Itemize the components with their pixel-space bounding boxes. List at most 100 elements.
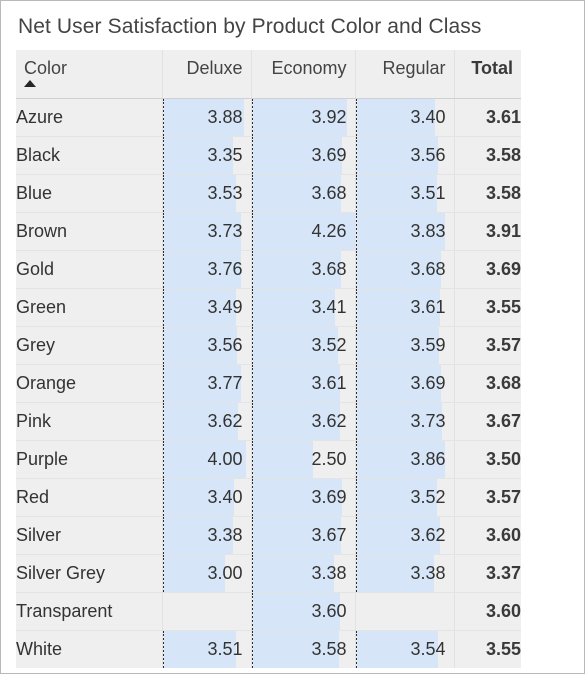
data-bar-deluxe-cell[interactable]: 3.76 <box>162 250 252 289</box>
row-header-color[interactable]: Silver Grey <box>16 554 163 593</box>
table-row[interactable]: Grey 3.56 3.52 3.59 3.57 <box>16 326 521 365</box>
data-bar-deluxe-cell[interactable]: 3.88 <box>162 98 252 137</box>
row-header-color[interactable]: Pink <box>16 402 163 441</box>
column-header-deluxe[interactable]: Deluxe <box>162 50 252 99</box>
table-row[interactable]: Pink 3.62 3.62 3.73 3.67 <box>16 402 521 441</box>
total-cell[interactable]: 3.68 <box>454 364 521 403</box>
table-row[interactable]: Gold 3.76 3.68 3.68 3.69 <box>16 250 521 289</box>
table-row[interactable]: Transparent 3.60 3.60 <box>16 592 521 631</box>
total-cell[interactable]: 3.55 <box>454 630 521 668</box>
data-bar-deluxe-cell[interactable]: 3.53 <box>162 174 252 213</box>
row-header-color[interactable]: Purple <box>16 440 163 479</box>
data-bar-regular-cell[interactable]: 3.61 <box>355 288 455 327</box>
total-cell[interactable]: 3.91 <box>454 212 521 251</box>
total-cell[interactable]: 3.58 <box>454 174 521 213</box>
row-header-color[interactable]: Transparent <box>16 592 163 631</box>
column-header-total[interactable]: Total <box>454 50 521 99</box>
table-row[interactable]: Purple 4.00 2.50 3.86 3.50 <box>16 440 521 479</box>
cell-value: 3.41 <box>311 297 347 317</box>
data-bar-economy-cell[interactable]: 3.68 <box>251 174 356 213</box>
data-bar-economy-cell[interactable]: 3.69 <box>251 136 356 175</box>
table-row[interactable]: Orange 3.77 3.61 3.69 3.68 <box>16 364 521 403</box>
table-row[interactable]: Silver Grey 3.00 3.38 3.38 3.37 <box>16 554 521 593</box>
row-header-color[interactable]: Black <box>16 136 163 175</box>
data-bar-regular-cell[interactable]: 3.59 <box>355 326 455 365</box>
data-bar-regular-cell[interactable]: 3.52 <box>355 478 455 517</box>
data-bar-economy-cell[interactable]: 3.41 <box>251 288 356 327</box>
cell-value: 3.62 <box>311 411 347 431</box>
data-bar-economy-cell[interactable]: 3.69 <box>251 478 356 517</box>
total-cell[interactable]: 3.61 <box>454 98 521 137</box>
column-header-regular[interactable]: Regular <box>355 50 455 99</box>
data-bar-deluxe-cell[interactable]: 4.00 <box>162 440 252 479</box>
row-header-color[interactable]: Azure <box>16 98 163 137</box>
data-bar-deluxe-cell[interactable]: 3.38 <box>162 516 252 555</box>
data-bar-regular-cell[interactable]: 3.38 <box>355 554 455 593</box>
data-bar-economy-cell[interactable]: 3.67 <box>251 516 356 555</box>
data-bar-regular-cell[interactable]: 3.73 <box>355 402 455 441</box>
row-header-color[interactable]: Green <box>16 288 163 327</box>
data-bar-deluxe-cell[interactable]: 3.51 <box>162 630 252 668</box>
data-bar-regular-cell[interactable]: 3.83 <box>355 212 455 251</box>
data-bar-regular-cell[interactable]: 3.54 <box>355 630 455 668</box>
row-header-color[interactable]: White <box>16 630 163 668</box>
total-cell[interactable]: 3.60 <box>454 592 521 631</box>
data-bar-deluxe-cell[interactable] <box>162 592 252 631</box>
total-cell[interactable]: 3.57 <box>454 478 521 517</box>
data-bar-deluxe-cell[interactable]: 3.62 <box>162 402 252 441</box>
table-row[interactable]: Green 3.49 3.41 3.61 3.55 <box>16 288 521 327</box>
row-header-color[interactable]: Blue <box>16 174 163 213</box>
data-bar-regular-cell[interactable]: 3.68 <box>355 250 455 289</box>
data-bar-economy-cell[interactable]: 3.92 <box>251 98 356 137</box>
data-bar-deluxe-cell[interactable]: 3.00 <box>162 554 252 593</box>
column-header-color[interactable]: Color <box>16 50 163 99</box>
total-cell[interactable]: 3.50 <box>454 440 521 479</box>
table-row[interactable]: Silver 3.38 3.67 3.62 3.60 <box>16 516 521 555</box>
data-bar-deluxe-cell[interactable]: 3.77 <box>162 364 252 403</box>
row-header-color[interactable]: Red <box>16 478 163 517</box>
data-bar-economy-cell[interactable]: 3.52 <box>251 326 356 365</box>
table-row[interactable]: Brown 3.73 4.26 3.83 3.91 <box>16 212 521 251</box>
total-cell[interactable]: 3.58 <box>454 136 521 175</box>
sort-ascending-icon[interactable] <box>24 80 36 87</box>
total-cell[interactable]: 3.37 <box>454 554 521 593</box>
data-bar-deluxe-cell[interactable]: 3.49 <box>162 288 252 327</box>
data-bar-economy-cell[interactable]: 3.58 <box>251 630 356 668</box>
total-cell[interactable]: 3.55 <box>454 288 521 327</box>
row-header-color[interactable]: Brown <box>16 212 163 251</box>
table-row[interactable]: White 3.51 3.58 3.54 3.55 <box>16 630 521 668</box>
data-bar-regular-cell[interactable]: 3.86 <box>355 440 455 479</box>
data-bar-regular-cell[interactable]: 3.62 <box>355 516 455 555</box>
data-bar-regular-cell[interactable]: 3.40 <box>355 98 455 137</box>
row-header-color[interactable]: Gold <box>16 250 163 289</box>
data-bar-economy-cell[interactable]: 2.50 <box>251 440 356 479</box>
data-bar-economy-cell[interactable]: 3.68 <box>251 250 356 289</box>
total-cell[interactable]: 3.67 <box>454 402 521 441</box>
data-bar-economy-cell[interactable]: 4.26 <box>251 212 356 251</box>
data-bar-economy-cell[interactable]: 3.61 <box>251 364 356 403</box>
data-bar-economy-cell[interactable]: 3.60 <box>251 592 356 631</box>
total-cell[interactable]: 3.60 <box>454 516 521 555</box>
table-row[interactable]: Black 3.35 3.69 3.56 3.58 <box>16 136 521 175</box>
data-bar-economy-cell[interactable]: 3.38 <box>251 554 356 593</box>
data-bar-regular-cell[interactable]: 3.51 <box>355 174 455 213</box>
row-header-color[interactable]: Silver <box>16 516 163 555</box>
row-header-color[interactable]: Orange <box>16 364 163 403</box>
data-bar-regular-cell[interactable]: 3.56 <box>355 136 455 175</box>
total-cell[interactable]: 3.57 <box>454 326 521 365</box>
data-bar-deluxe-cell[interactable]: 3.35 <box>162 136 252 175</box>
row-header-color[interactable]: Grey <box>16 326 163 365</box>
data-bar-regular-cell[interactable] <box>355 592 455 631</box>
table-row[interactable]: Blue 3.53 3.68 3.51 3.58 <box>16 174 521 213</box>
column-header-economy[interactable]: Economy <box>251 50 356 99</box>
data-bar-deluxe-cell[interactable]: 3.73 <box>162 212 252 251</box>
data-bar-deluxe-cell[interactable]: 3.40 <box>162 478 252 517</box>
cell-value: 3.51 <box>410 183 446 203</box>
data-bar-economy-cell[interactable]: 3.62 <box>251 402 356 441</box>
data-bar-deluxe-cell[interactable]: 3.56 <box>162 326 252 365</box>
total-cell[interactable]: 3.69 <box>454 250 521 289</box>
table-row[interactable]: Red 3.40 3.69 3.52 3.57 <box>16 478 521 517</box>
matrix-scroll-area[interactable]: Color Deluxe Economy Regular Total Azure… <box>16 50 521 668</box>
table-row[interactable]: Azure 3.88 3.92 3.40 3.61 <box>16 98 521 137</box>
data-bar-regular-cell[interactable]: 3.69 <box>355 364 455 403</box>
